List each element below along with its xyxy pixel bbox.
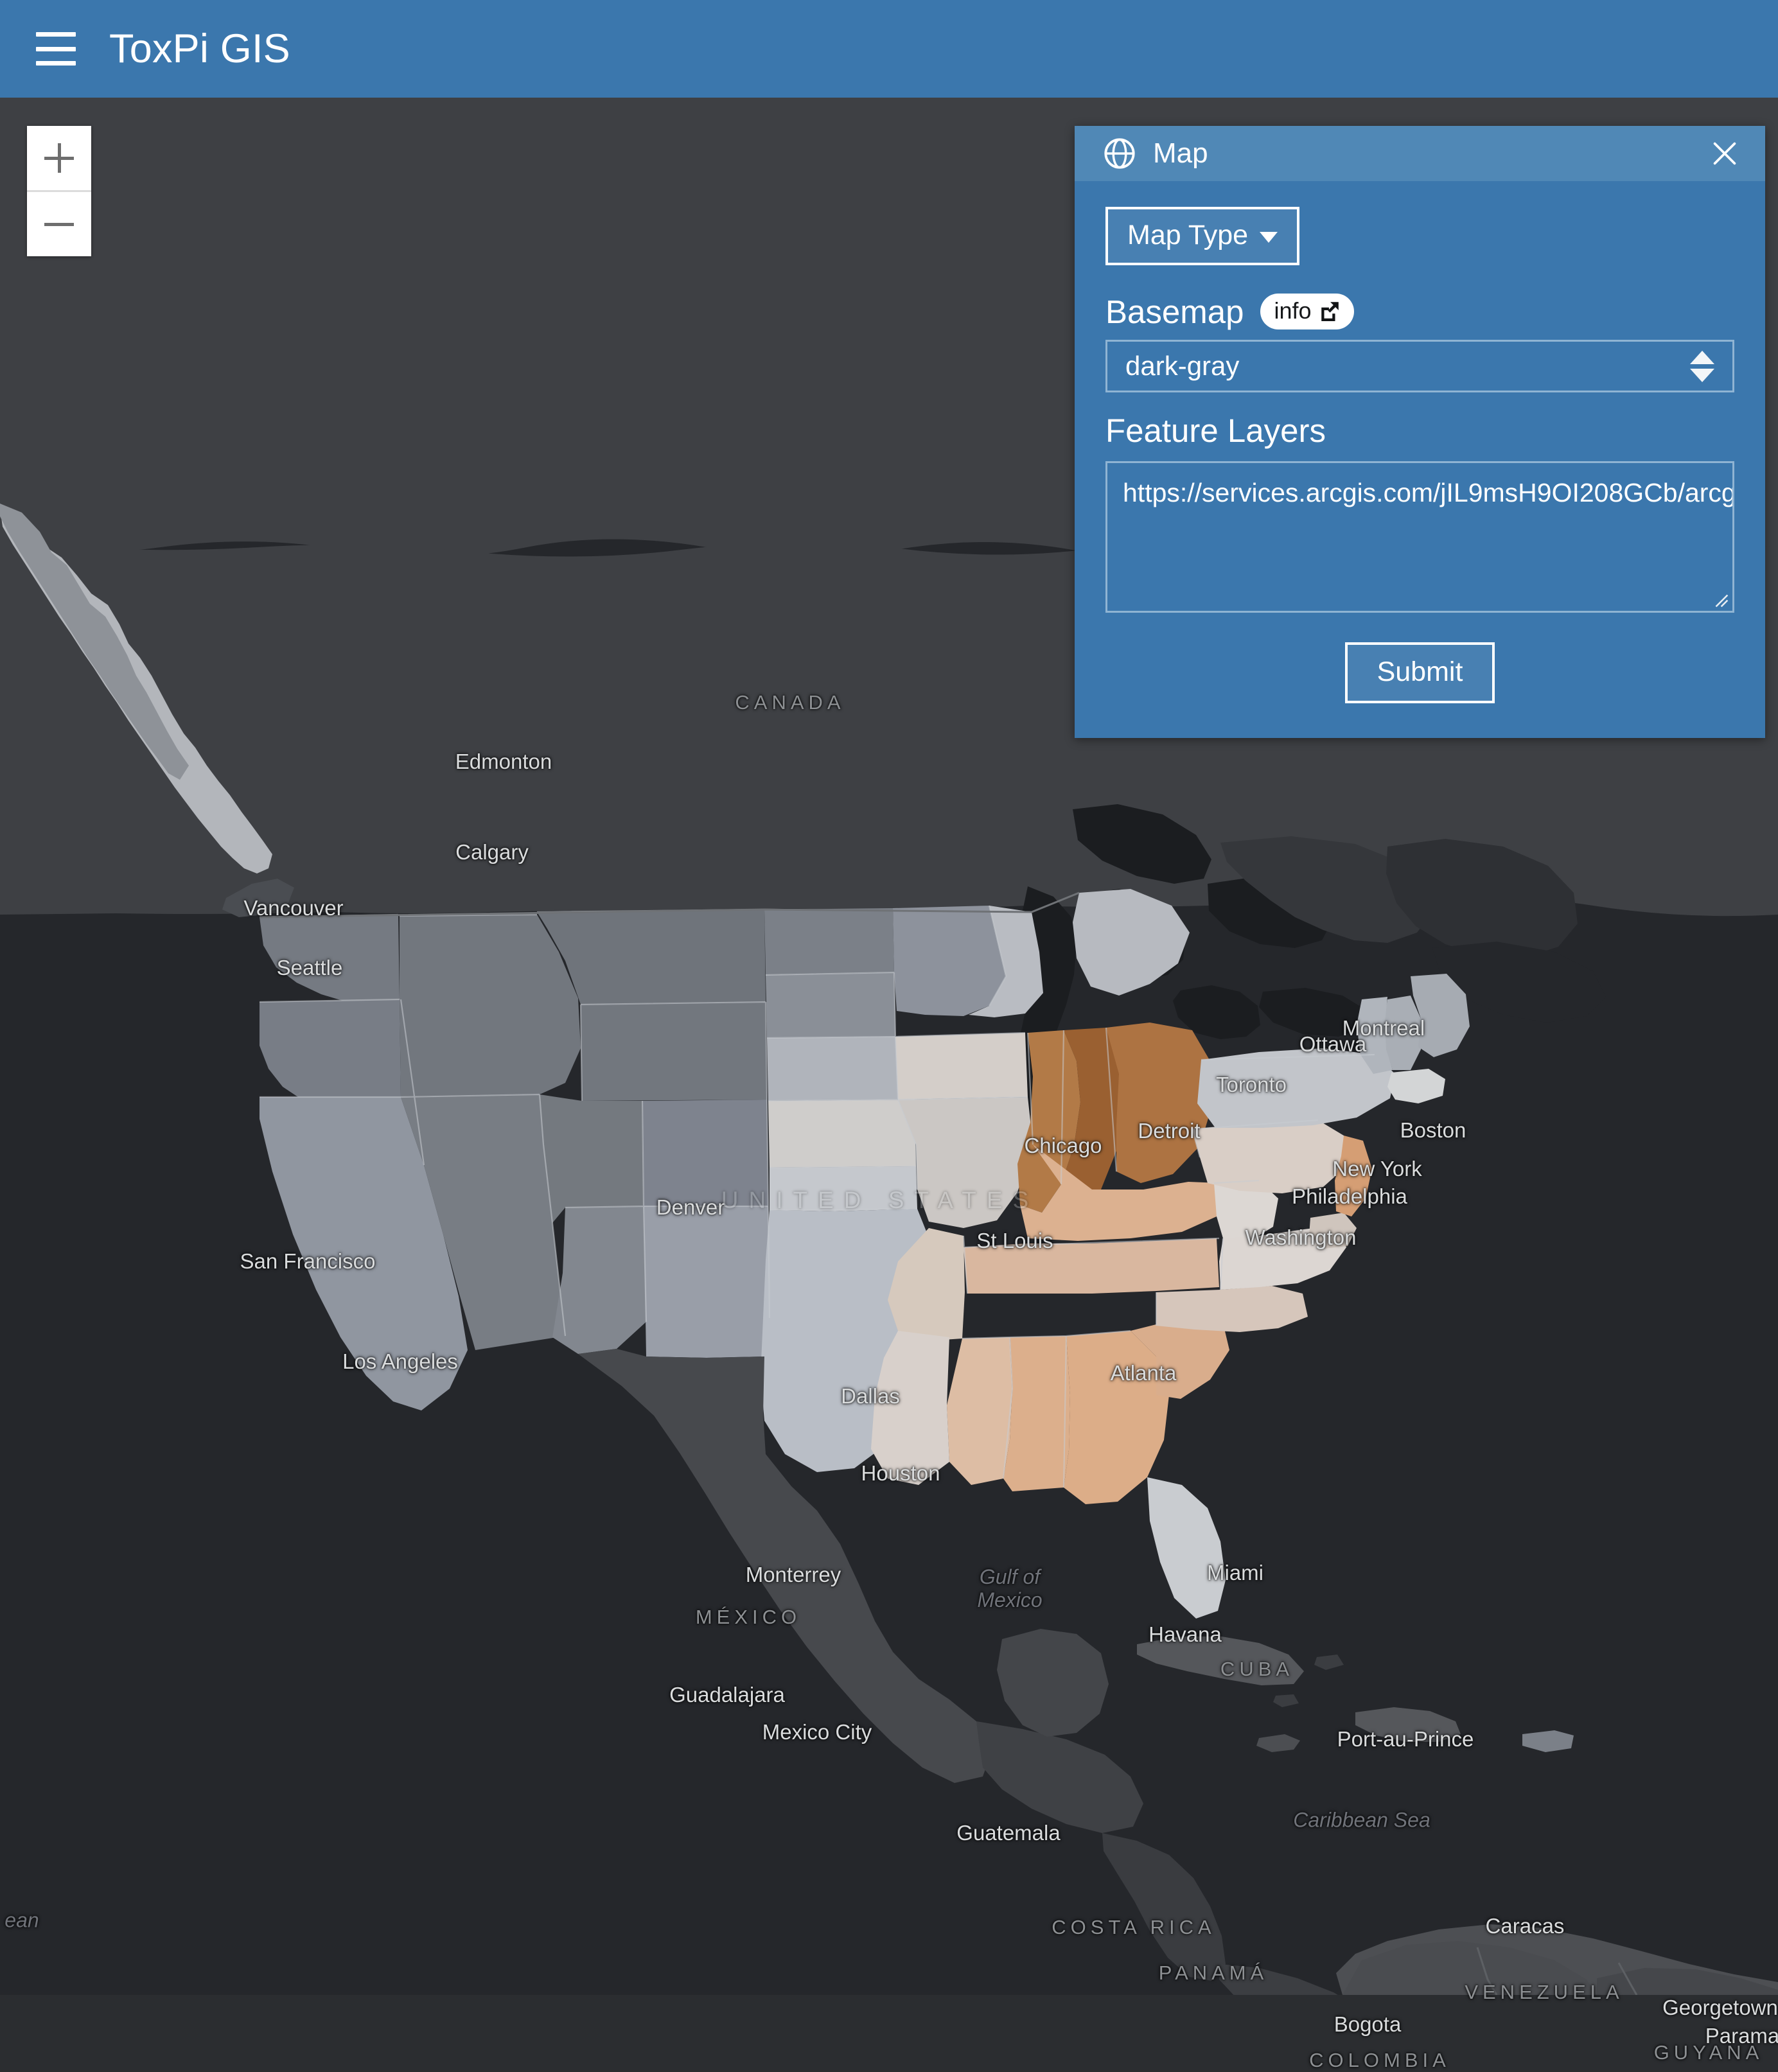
globe-icon [1104,138,1135,169]
map-panel-body: Map Type Basemap info dark-gray Feature … [1075,181,1765,738]
info-label: info [1274,297,1312,324]
caret-up-icon [1690,350,1714,364]
caret-down-icon [1690,368,1714,382]
hamburger-bar [36,46,76,51]
map-panel-header: Map [1075,126,1765,181]
map-city-label: Bogota [1334,2012,1402,2036]
external-link-icon [1321,302,1339,321]
map-city-label: Georgetown [1662,1996,1778,2019]
basemap-info-badge[interactable]: info [1260,294,1354,329]
map-zoom-controls[interactable] [27,126,91,256]
select-spinner-icon [1690,350,1714,382]
map-type-label: Map Type [1127,220,1249,250]
hamburger-bar [36,32,76,37]
map-type-dropdown-button[interactable]: Map Type [1105,207,1300,265]
hamburger-menu-icon[interactable] [36,32,76,66]
feature-layers-value: https://services.arcgis.com/jIL9msH9OI20… [1123,478,1734,507]
map-country-label: COLOMBIA [1309,2049,1450,2071]
hamburger-bar [36,61,76,66]
basemap-field-header: Basemap info [1105,294,1734,329]
map-city-label: Paramaribo [1705,2024,1778,2048]
chevron-down-icon [1260,232,1278,243]
app-title: ToxPi GIS [109,26,290,71]
map-panel-title: Map [1153,137,1208,169]
map-settings-panel: Map Map Type Basemap info dark-gray Feat… [1075,126,1765,738]
zoom-in-button[interactable] [27,126,91,192]
submit-row: Submit [1105,642,1734,703]
submit-button[interactable]: Submit [1344,642,1495,703]
minus-icon [44,222,74,226]
basemap-selected-value: dark-gray [1125,351,1240,381]
zoom-out-button[interactable] [27,192,91,256]
feature-layers-input[interactable]: https://services.arcgis.com/jIL9msH9OI20… [1105,461,1734,613]
basemap-label: Basemap [1105,293,1244,330]
plus-icon [57,143,61,173]
map-country-label: GUYANA [1653,2041,1764,2064]
feature-layers-label: Feature Layers [1105,412,1326,449]
close-x-glyph [1713,142,1736,165]
basemap-select[interactable]: dark-gray [1105,340,1734,392]
resize-grip-icon[interactable] [1712,591,1729,608]
close-icon[interactable] [1706,135,1743,172]
app-header: ToxPi GIS [0,0,1778,98]
